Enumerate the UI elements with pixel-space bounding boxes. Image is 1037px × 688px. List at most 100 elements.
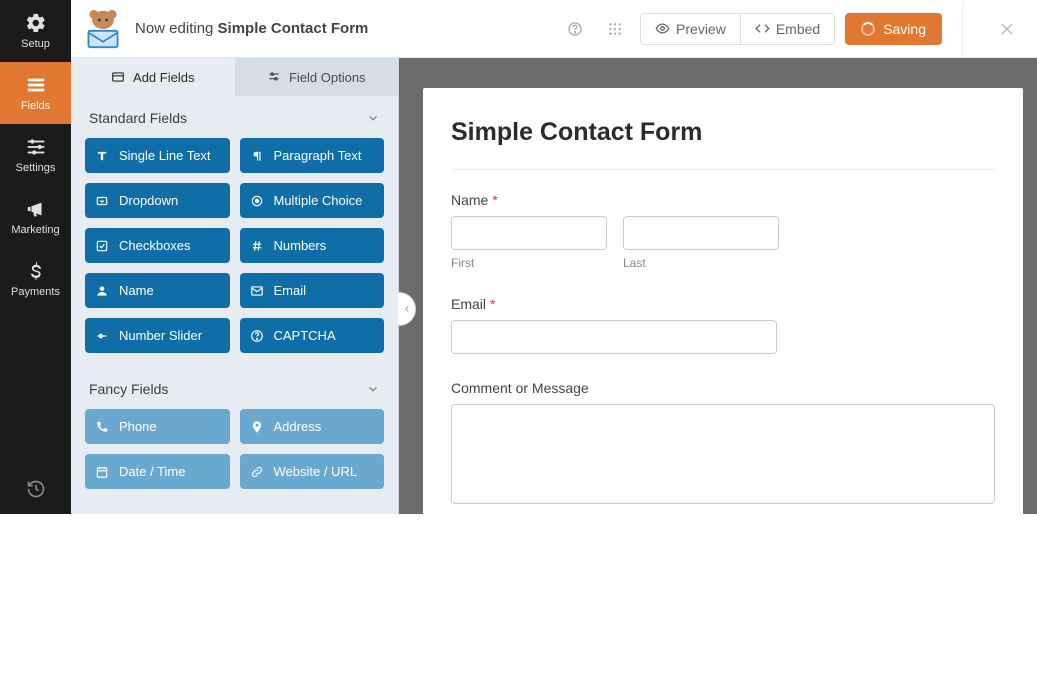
nav-payments[interactable]: Payments <box>0 248 71 310</box>
envelope-icon <box>250 284 264 298</box>
gear-icon <box>25 12 47 34</box>
field-block-comment[interactable]: Comment or Message <box>451 380 995 504</box>
history-button[interactable] <box>0 464 71 514</box>
field-captcha[interactable]: CAPTCHA <box>240 318 385 353</box>
field-label: Multiple Choice <box>274 193 363 208</box>
sublabel-last: Last <box>623 256 779 270</box>
field-label: Name <box>119 283 154 298</box>
tab-label: Add Fields <box>133 70 194 85</box>
section-fancy-fields[interactable]: Fancy Fields <box>71 357 398 409</box>
preview-button[interactable]: Preview <box>641 14 740 44</box>
form-preview: Simple Contact Form Name * First <box>423 88 1023 688</box>
pin-icon <box>250 420 264 434</box>
field-label: Numbers <box>274 238 327 253</box>
required-indicator: * <box>490 296 495 312</box>
apps-button[interactable] <box>600 14 630 44</box>
nav-fields[interactable]: Fields <box>0 62 71 124</box>
dollar-icon <box>25 260 47 282</box>
paragraph-icon <box>250 149 264 163</box>
captcha-icon <box>250 329 264 343</box>
sublabel-first: First <box>451 256 607 270</box>
chevron-left-icon <box>402 304 412 314</box>
form-name: Simple Contact Form <box>218 20 369 37</box>
field-name[interactable]: Name <box>85 273 230 308</box>
help-icon <box>567 21 583 37</box>
nav-marketing[interactable]: Marketing <box>0 186 71 248</box>
field-numbers[interactable]: Numbers <box>240 228 385 263</box>
preview-label: Preview <box>676 21 726 37</box>
nav-label: Marketing <box>11 224 59 236</box>
field-dropdown[interactable]: Dropdown <box>85 183 230 218</box>
user-icon <box>95 284 109 298</box>
field-checkboxes[interactable]: Checkboxes <box>85 228 230 263</box>
save-button[interactable]: Saving <box>845 13 942 45</box>
link-icon <box>250 465 264 479</box>
header: Now editing Simple Contact Form Preview … <box>71 0 1037 58</box>
section-title: Standard Fields <box>89 110 187 126</box>
embed-button[interactable]: Embed <box>740 14 834 44</box>
now-editing: Now editing Simple Contact Form <box>135 20 368 37</box>
text-icon <box>95 149 109 163</box>
field-label: Number Slider <box>119 328 202 343</box>
eye-icon <box>655 21 670 36</box>
field-label: Phone <box>119 419 157 434</box>
tab-field-options[interactable]: Field Options <box>235 58 399 96</box>
label-email: Email <box>451 296 486 312</box>
close-icon <box>999 20 1017 38</box>
dropdown-icon <box>95 194 109 208</box>
input-last-name[interactable] <box>623 216 779 250</box>
embed-label: Embed <box>776 21 820 37</box>
field-label: Website / URL <box>274 464 358 479</box>
sliders-icon <box>25 136 47 158</box>
collapse-panel-toggle[interactable] <box>398 292 416 326</box>
input-first-name[interactable] <box>451 216 607 250</box>
field-multiple-choice[interactable]: Multiple Choice <box>240 183 385 218</box>
app-logo <box>81 9 125 49</box>
field-single-line-text[interactable]: Single Line Text <box>85 138 230 173</box>
save-label: Saving <box>883 21 926 37</box>
field-label: Address <box>274 419 322 434</box>
chevron-down-icon <box>366 111 380 125</box>
field-label: Email <box>274 283 307 298</box>
megaphone-icon <box>25 198 47 220</box>
close-button[interactable] <box>993 14 1023 44</box>
form-icon <box>25 74 47 96</box>
field-label: Date / Time <box>119 464 185 479</box>
section-standard-fields[interactable]: Standard Fields <box>71 96 398 138</box>
history-icon <box>26 479 46 499</box>
field-block-email[interactable]: Email * <box>451 296 995 354</box>
spinner-icon <box>861 22 875 36</box>
help-button[interactable] <box>560 14 590 44</box>
fields-panel: Add Fields Field Options Standard Fields <box>71 58 399 514</box>
code-icon <box>755 21 770 36</box>
field-datetime[interactable]: Date / Time <box>85 454 230 489</box>
phone-icon <box>95 420 109 434</box>
required-indicator: * <box>492 192 497 208</box>
slider-icon <box>95 329 109 343</box>
input-comment[interactable] <box>451 404 995 504</box>
field-block-name[interactable]: Name * First Last <box>451 192 995 270</box>
field-label: CAPTCHA <box>274 328 336 343</box>
nav-label: Payments <box>11 286 60 298</box>
field-label: Single Line Text <box>119 148 211 163</box>
field-label: Dropdown <box>119 193 178 208</box>
nav-label: Fields <box>21 100 50 112</box>
section-title: Fancy Fields <box>89 381 168 397</box>
field-phone[interactable]: Phone <box>85 409 230 444</box>
input-email[interactable] <box>451 320 777 354</box>
checkbox-icon <box>95 239 109 253</box>
nav-setup[interactable]: Setup <box>0 0 71 62</box>
field-paragraph-text[interactable]: Paragraph Text <box>240 138 385 173</box>
field-address[interactable]: Address <box>240 409 385 444</box>
add-fields-icon <box>111 70 125 84</box>
nav-settings[interactable]: Settings <box>0 124 71 186</box>
field-website-url[interactable]: Website / URL <box>240 454 385 489</box>
nav-label: Settings <box>16 162 56 174</box>
field-number-slider[interactable]: Number Slider <box>85 318 230 353</box>
field-options-icon <box>267 70 281 84</box>
radio-icon <box>250 194 264 208</box>
field-email[interactable]: Email <box>240 273 385 308</box>
tab-add-fields[interactable]: Add Fields <box>71 58 235 96</box>
form-title: Simple Contact Form <box>451 118 995 147</box>
calendar-icon <box>95 465 109 479</box>
